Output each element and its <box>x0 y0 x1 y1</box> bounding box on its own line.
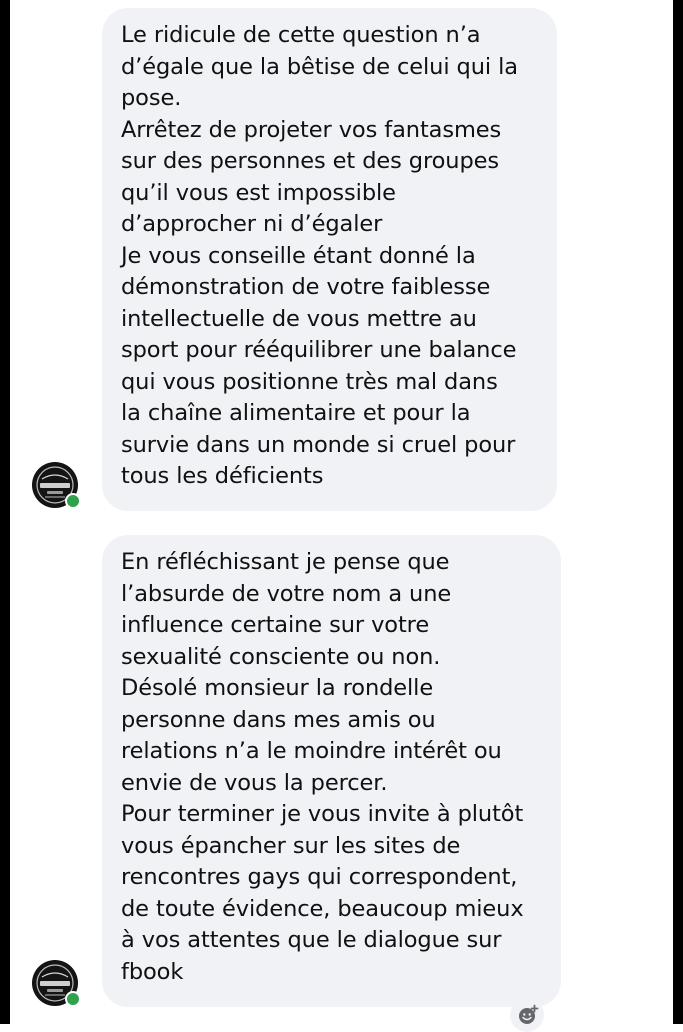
sender-avatar[interactable] <box>32 960 81 1007</box>
message-line: survie dans un monde si cruel pour <box>121 431 516 458</box>
message-line: envie de vous la percer. <box>121 769 388 796</box>
message-line: Le ridicule de cette question n’a <box>121 22 481 48</box>
message-line: la chaîne alimentaire et pour la <box>121 400 471 426</box>
message-line: l’absurde de votre nom a une <box>121 580 452 607</box>
message-line: vous épancher sur les sites de <box>121 832 461 859</box>
message-line: tous les déficients <box>121 463 324 489</box>
online-status-indicator <box>65 991 81 1007</box>
message-line: sur des personnes et des groupes <box>121 148 500 174</box>
message-line: pose. <box>121 85 182 111</box>
message-line: fbook <box>121 958 184 985</box>
message-line: Pour terminer je vous invite à plutôt <box>121 801 524 827</box>
message-line: de toute évidence, beaucoup mieux <box>121 895 524 922</box>
message-bubble[interactable]: En réfléchissant je pense que l’absurde … <box>102 535 561 1007</box>
message-line: sexualité consciente ou non. <box>121 643 441 670</box>
screen-edge-left <box>0 0 10 1024</box>
message-line: d’égale que la bêtise de celui qui la <box>121 53 518 80</box>
message-line: influence certaine sur votre <box>121 612 430 638</box>
message-line: sport pour rééquilibrer une balance <box>121 337 517 363</box>
message-line: démonstration de votre faiblesse <box>121 274 491 300</box>
message-line: rencontres gays qui correspondent, <box>121 864 518 890</box>
message-line: d’approcher ni d’égaler <box>121 211 383 237</box>
add-reaction-button[interactable] <box>510 998 544 1032</box>
add-reaction-icon <box>519 1004 539 1024</box>
message-line: intellectuelle de vous mettre au <box>121 305 477 332</box>
message-line: En réfléchissant je pense que <box>121 549 450 575</box>
message-line: Désolé monsieur la rondelle <box>121 675 434 701</box>
screen-edge-right <box>673 0 683 1024</box>
message-line: qui vous positionne très mal dans <box>121 368 498 395</box>
message-line: relations n’a le moindre intérêt ou <box>121 738 502 764</box>
online-status-indicator <box>65 493 81 509</box>
message-bubble[interactable]: Le ridicule de cette question n’a d’égal… <box>102 8 557 511</box>
sender-avatar[interactable] <box>32 462 81 509</box>
message-line: Je vous conseille étant donné la <box>121 242 476 269</box>
message-line: Arrêtez de projeter vos fantasmes <box>121 116 502 143</box>
message-line: qu’il vous est impossible <box>121 179 396 206</box>
message-line: à vos attentes que le dialogue sur <box>121 927 502 953</box>
message-line: personne dans mes amis ou <box>121 706 436 733</box>
